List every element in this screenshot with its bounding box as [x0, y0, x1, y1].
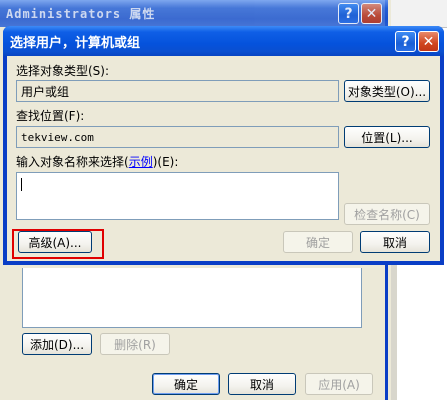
dialog-cancel-button[interactable]: 取消: [360, 231, 430, 253]
advanced-button-highlight: [12, 229, 104, 259]
object-names-label-suffix: )(E):: [152, 155, 179, 169]
dialog-close-icon[interactable]: ✕: [418, 31, 439, 52]
location-label: 查找位置(F):: [16, 109, 85, 123]
text-caret: [21, 178, 22, 191]
locations-button[interactable]: 位置(L)...: [344, 126, 430, 148]
dialog-ok-button[interactable]: 确定: [283, 231, 353, 253]
object-names-input[interactable]: [16, 172, 339, 220]
remove-member-button[interactable]: 删除(R): [100, 333, 170, 355]
object-types-button[interactable]: 对象类型(O)...: [344, 80, 430, 102]
dialog-title: 选择用户，计算机或组: [3, 26, 444, 56]
object-names-label: 输入对象名称来选择(示例)(E):: [16, 153, 178, 170]
bg-close-icon[interactable]: ✕: [361, 3, 382, 24]
location-field: tekview.com: [16, 126, 339, 148]
bg-help-icon[interactable]: ?: [338, 3, 359, 24]
edge-titlebar: [391, 0, 447, 28]
add-member-button[interactable]: 添加(D)...: [22, 333, 92, 355]
object-type-field: 用户或组: [16, 80, 339, 102]
examples-link[interactable]: 示例: [129, 155, 153, 169]
bg-window-title: Administrators 属性: [0, 0, 388, 27]
object-type-label: 选择对象类型(S):: [16, 64, 110, 78]
dialog-help-icon[interactable]: ?: [395, 31, 416, 52]
bg-cancel-button[interactable]: 取消: [228, 373, 296, 395]
check-names-button[interactable]: 检查名称(C): [344, 203, 430, 225]
apply-button[interactable]: 应用(A): [305, 373, 373, 395]
bg-ok-button[interactable]: 确定: [152, 373, 220, 395]
members-list[interactable]: [22, 268, 362, 328]
object-names-label-prefix: 输入对象名称来选择(: [16, 155, 129, 169]
